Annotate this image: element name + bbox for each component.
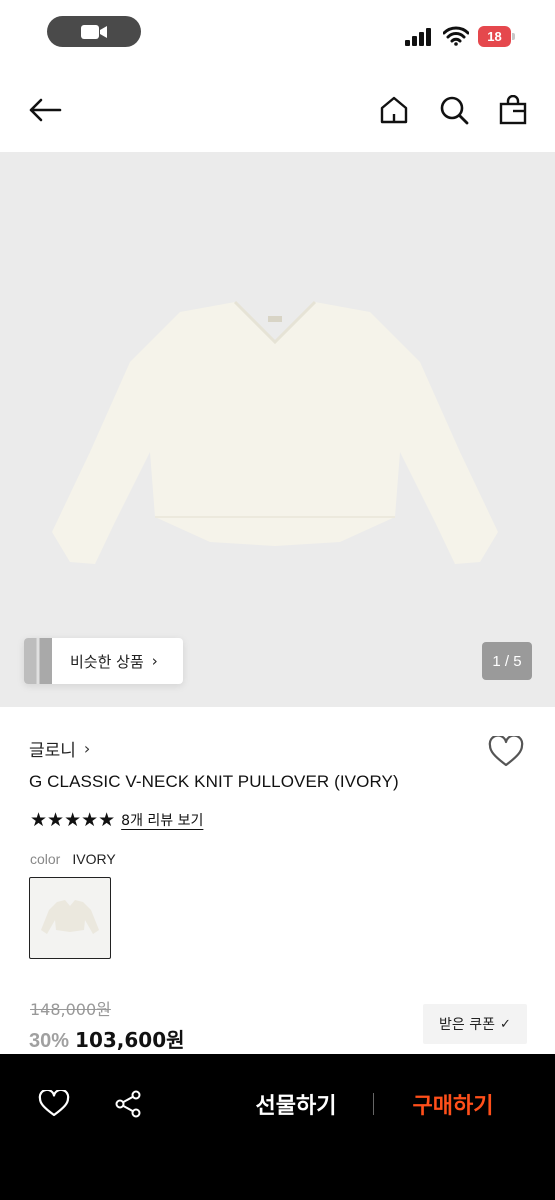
wifi-icon bbox=[443, 26, 469, 46]
top-navigation bbox=[0, 80, 555, 140]
button-divider bbox=[373, 1093, 374, 1115]
rating-row: ★★★★★ 8개 리뷰 보기 bbox=[30, 810, 203, 830]
battery-tip bbox=[512, 33, 515, 40]
similar-products-label: 비슷한 상품 bbox=[70, 652, 144, 671]
sweater-image bbox=[52, 300, 498, 564]
wishlist-button[interactable] bbox=[36, 1086, 72, 1122]
check-icon: ✓ bbox=[500, 1016, 511, 1032]
search-button[interactable] bbox=[436, 92, 472, 128]
battery-indicator: 18 bbox=[478, 26, 515, 47]
color-label: color bbox=[30, 851, 61, 867]
review-link[interactable]: 8개 리뷰 보기 bbox=[121, 810, 203, 830]
color-option-row: color IVORY bbox=[30, 851, 116, 867]
buy-button[interactable]: 구매하기 bbox=[396, 1086, 510, 1122]
coupon-label: 받은 쿠폰 bbox=[439, 1017, 496, 1033]
color-swatch-ivory[interactable] bbox=[29, 877, 111, 959]
wishlist-heart-button[interactable] bbox=[488, 734, 524, 770]
bottom-action-bar: 선물하기 구매하기 bbox=[0, 1054, 555, 1200]
brand-name: 글로니 bbox=[29, 741, 76, 761]
screen-recording-indicator[interactable] bbox=[47, 16, 141, 47]
similar-products-thumbnail bbox=[24, 638, 52, 684]
received-coupon-button[interactable]: 받은 쿠폰 ✓ bbox=[423, 1004, 527, 1044]
product-title: G CLASSIC V-NECK KNIT PULLOVER (IVORY) bbox=[29, 772, 399, 791]
chevron-right-icon: › bbox=[83, 739, 91, 758]
sweater-thumbnail bbox=[41, 900, 99, 934]
status-bar: 18 bbox=[0, 0, 555, 66]
original-price: 148,000원 bbox=[30, 1000, 111, 1019]
search-icon bbox=[440, 96, 469, 125]
shopping-bag-icon bbox=[499, 95, 527, 125]
brand-link[interactable]: 글로니 › bbox=[29, 736, 90, 761]
gift-button[interactable]: 선물하기 bbox=[238, 1086, 354, 1122]
home-button[interactable] bbox=[376, 92, 412, 128]
home-icon bbox=[380, 96, 408, 124]
star-rating: ★★★★★ bbox=[30, 808, 116, 831]
share-icon bbox=[115, 1090, 141, 1118]
back-button[interactable] bbox=[27, 92, 63, 128]
chevron-right-icon: › bbox=[151, 652, 158, 670]
discount-rate: 30% bbox=[29, 1030, 70, 1052]
heart-icon bbox=[488, 734, 524, 767]
heart-icon bbox=[38, 1090, 70, 1117]
image-page-indicator: 1 / 5 bbox=[482, 642, 532, 680]
product-image-gallery[interactable]: 비슷한 상품 › 1 / 5 bbox=[0, 152, 555, 707]
cellular-signal-icon bbox=[405, 28, 431, 46]
arrow-left-icon bbox=[29, 98, 62, 122]
cart-button[interactable] bbox=[495, 92, 531, 128]
battery-level: 18 bbox=[478, 26, 511, 47]
video-camera-icon bbox=[81, 24, 107, 39]
similar-products-button[interactable]: 비슷한 상품 › bbox=[24, 638, 183, 684]
share-button[interactable] bbox=[110, 1086, 146, 1122]
color-value: IVORY bbox=[72, 851, 116, 867]
sale-price-row: 30% 103,600원 bbox=[29, 1024, 185, 1053]
sale-price: 103,600원 bbox=[75, 1028, 185, 1052]
